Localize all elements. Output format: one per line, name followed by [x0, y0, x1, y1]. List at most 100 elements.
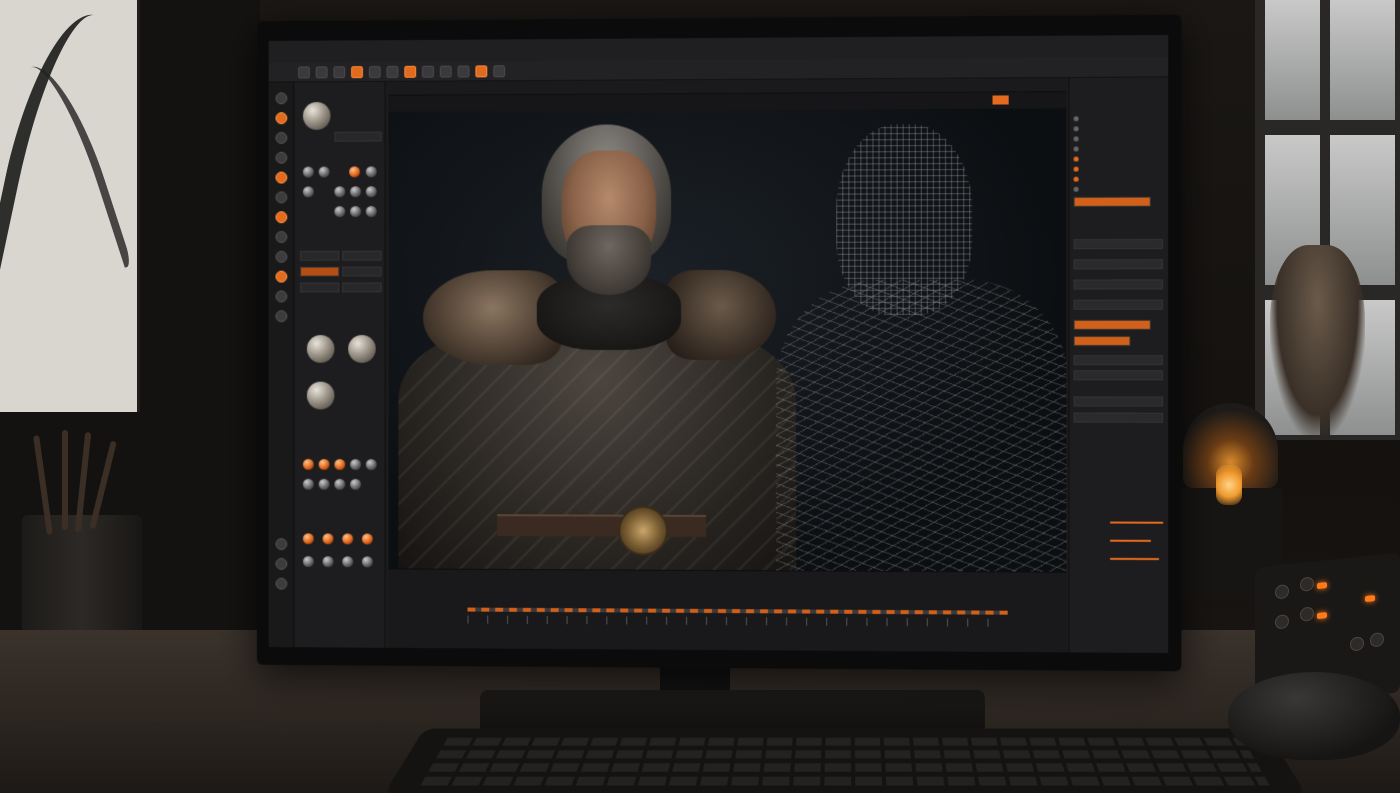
brush-icon[interactable] [275, 310, 288, 323]
material-swatch[interactable] [365, 459, 377, 471]
panel-field[interactable] [342, 250, 382, 261]
brush-icon[interactable] [275, 131, 288, 144]
tool-button[interactable] [386, 65, 399, 78]
brush-icon[interactable] [275, 92, 288, 105]
subtool-row[interactable] [1073, 114, 1166, 124]
material-swatch[interactable] [365, 206, 377, 217]
panel-field[interactable] [1073, 370, 1164, 381]
subtool-row[interactable] [1073, 134, 1166, 143]
material-swatch[interactable] [302, 458, 314, 470]
visibility-icon[interactable] [1073, 146, 1079, 152]
tool-button[interactable] [457, 64, 470, 77]
brush-icon[interactable] [275, 112, 288, 125]
visibility-icon[interactable] [1073, 186, 1079, 192]
brush-icon[interactable] [275, 290, 288, 303]
brush-icon[interactable] [275, 270, 288, 283]
material-swatch[interactable] [365, 166, 377, 178]
panel-field[interactable] [1073, 355, 1164, 366]
brush-icon[interactable] [275, 171, 288, 184]
slider[interactable] [1110, 557, 1160, 561]
material-swatch[interactable] [334, 206, 346, 218]
material-swatch[interactable] [318, 478, 330, 490]
brush-icon[interactable] [275, 151, 288, 164]
material-swatch[interactable] [318, 458, 330, 470]
panel-field[interactable] [1073, 238, 1164, 250]
material-preview[interactable] [306, 335, 335, 363]
tool-button-active[interactable] [475, 64, 488, 77]
panel-field[interactable] [342, 282, 382, 293]
brush-icon[interactable] [275, 191, 288, 204]
subtool-row[interactable] [1073, 184, 1166, 193]
material-swatch[interactable] [334, 459, 346, 470]
material-swatch[interactable] [318, 166, 330, 178]
visibility-icon[interactable] [1073, 176, 1079, 182]
subtool-row[interactable] [1073, 174, 1166, 183]
3d-viewport[interactable] [388, 77, 1067, 572]
material-swatch[interactable] [302, 186, 314, 198]
material-swatch[interactable] [302, 533, 314, 545]
panel-field-active[interactable] [300, 266, 340, 277]
subtool-row[interactable] [1073, 144, 1166, 153]
tool-button[interactable] [439, 65, 452, 78]
brush-icon[interactable] [275, 250, 288, 263]
visibility-icon[interactable] [1073, 166, 1079, 172]
panel-field[interactable] [1073, 279, 1164, 290]
subtool-row[interactable] [1073, 124, 1166, 134]
tool-button[interactable] [493, 64, 506, 77]
tool-button-active[interactable] [351, 65, 363, 78]
panel-field[interactable] [342, 266, 382, 277]
material-swatch[interactable] [342, 533, 354, 545]
material-preview[interactable] [302, 102, 331, 130]
subtool-row[interactable] [1073, 154, 1166, 163]
tool-strip [268, 82, 295, 648]
panel-field[interactable] [334, 131, 382, 142]
panel-field-active[interactable] [1073, 335, 1131, 347]
visibility-icon[interactable] [1073, 126, 1079, 132]
material-swatch[interactable] [302, 556, 314, 568]
material-swatch[interactable] [350, 478, 361, 490]
visibility-icon[interactable] [1073, 116, 1079, 122]
material-swatch[interactable] [350, 459, 361, 471]
material-preview[interactable] [306, 381, 335, 410]
panel-field[interactable] [1073, 412, 1164, 423]
material-swatch[interactable] [361, 556, 373, 568]
material-swatch[interactable] [342, 556, 354, 568]
material-swatch[interactable] [365, 186, 377, 198]
panel-field[interactable] [1073, 259, 1164, 270]
settings-icon[interactable] [275, 538, 288, 551]
visibility-icon[interactable] [1073, 136, 1079, 142]
tool-button[interactable] [315, 65, 328, 78]
panel-field[interactable] [1073, 299, 1164, 310]
brush-icon[interactable] [275, 211, 288, 224]
material-swatch[interactable] [302, 478, 314, 490]
material-swatch[interactable] [302, 166, 314, 178]
slider[interactable] [1110, 539, 1151, 542]
subtool-row[interactable] [1073, 164, 1166, 173]
material-swatch[interactable] [322, 533, 334, 545]
material-swatch[interactable] [350, 186, 361, 198]
tool-button[interactable] [368, 65, 381, 78]
panel-field[interactable] [300, 250, 340, 261]
material-swatch[interactable] [322, 556, 334, 568]
tool-button[interactable] [422, 65, 434, 78]
tool-button[interactable] [298, 65, 310, 78]
visibility-icon[interactable] [1073, 156, 1079, 162]
material-swatch[interactable] [334, 478, 346, 490]
render-toggle[interactable] [992, 95, 1009, 105]
material-swatch[interactable] [361, 533, 373, 545]
brush-icon[interactable] [275, 231, 288, 243]
active-subtool[interactable] [1073, 196, 1151, 207]
material-swatch[interactable] [349, 166, 360, 178]
material-swatch[interactable] [350, 206, 361, 218]
tool-button[interactable] [333, 65, 346, 78]
slider[interactable] [1110, 521, 1164, 524]
material-swatch[interactable] [334, 186, 346, 198]
panel-field[interactable] [1073, 396, 1164, 407]
timeline-track[interactable] [467, 607, 1008, 615]
material-preview[interactable] [348, 335, 376, 363]
panel-field-active[interactable] [1073, 319, 1151, 330]
settings-icon[interactable] [275, 557, 288, 570]
panel-field[interactable] [300, 282, 340, 293]
settings-icon[interactable] [275, 577, 288, 590]
tool-button-active[interactable] [404, 65, 417, 78]
